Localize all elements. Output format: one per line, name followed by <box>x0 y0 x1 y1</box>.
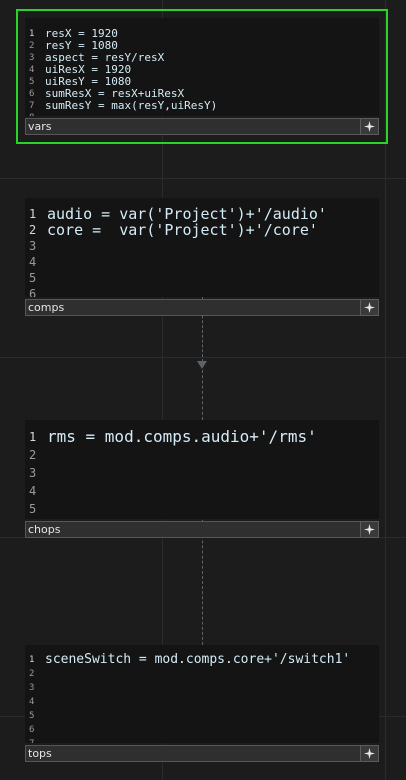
line-number: 5 <box>29 502 37 516</box>
line-number: 4 <box>29 255 37 269</box>
link-wire[interactable] <box>202 370 203 420</box>
code-line[interactable]: 4 <box>25 254 379 270</box>
grid-line <box>385 0 386 780</box>
line-number: 1 <box>29 655 35 665</box>
grid-line <box>0 178 406 179</box>
line-number: 3 <box>29 53 35 63</box>
code-line[interactable]: 3 <box>25 681 379 695</box>
node-vars[interactable]: 1 resX = 1920 2 resY = 1080 3 aspect = resY/r… <box>16 9 388 144</box>
node-name-field[interactable]: comps <box>25 299 362 316</box>
line-number: 6 <box>29 287 37 297</box>
node-name-field[interactable]: tops <box>25 745 362 762</box>
line-number: 5 <box>29 77 35 87</box>
line-number: 4 <box>29 697 35 707</box>
code-text: sceneSwitch = mod.comps.core+'/switch1' <box>45 652 351 667</box>
line-number: 1 <box>29 430 37 444</box>
node-chops[interactable]: 1 rms = mod.comps.audio+'/rms' 2 3 4 5 chops <box>25 420 379 538</box>
code-text: audio = var('Project')+'/audio' <box>47 205 327 223</box>
code-line[interactable]: 3 <box>25 238 379 254</box>
code-line[interactable]: 5 <box>25 709 379 723</box>
code-text: rms = mod.comps.audio+'/rms' <box>47 427 317 446</box>
node-name-field[interactable]: chops <box>25 521 362 538</box>
code-line[interactable]: 2 <box>25 667 379 681</box>
line-number: 3 <box>29 683 35 693</box>
node-name-bar: chops <box>25 521 379 538</box>
node-name-bar: comps <box>25 299 379 316</box>
line-number: 2 <box>29 41 35 51</box>
line-number: 1 <box>29 207 37 221</box>
code-editor[interactable]: 1 rms = mod.comps.audio+'/rms' 2 3 4 5 <box>25 420 379 519</box>
line-number: 4 <box>29 484 37 498</box>
node-name-bar: tops <box>25 745 379 762</box>
code-line[interactable]: 4 <box>25 695 379 709</box>
code-line[interactable]: 8 <box>25 112 379 116</box>
plus-star-icon <box>364 302 375 313</box>
code-line[interactable]: 6 <box>25 286 379 297</box>
code-editor[interactable]: 1 sceneSwitch = mod.comps.core+'/switch1'… <box>25 645 379 743</box>
line-number: 6 <box>29 725 35 735</box>
add-button[interactable] <box>360 118 379 135</box>
link-arrow-icon <box>197 361 207 369</box>
code-line[interactable]: 1 audio = var('Project')+'/audio' <box>25 206 379 222</box>
line-number: 5 <box>29 271 37 285</box>
plus-star-icon <box>364 121 375 132</box>
line-number: 2 <box>29 223 37 237</box>
add-button[interactable] <box>360 521 379 538</box>
code-line[interactable]: 4 <box>25 482 379 500</box>
code-editor[interactable]: 1 resX = 1920 2 resY = 1080 3 aspect = resY/r… <box>25 18 379 116</box>
line-number: 6 <box>29 89 35 99</box>
line-number: 2 <box>29 669 35 679</box>
add-button[interactable] <box>360 745 379 762</box>
node-tops[interactable]: 1 sceneSwitch = mod.comps.core+'/switch1'… <box>25 645 379 762</box>
plus-star-icon <box>364 524 375 535</box>
line-number: 1 <box>29 29 35 39</box>
line-number: 7 <box>29 737 34 743</box>
plus-star-icon <box>364 748 375 759</box>
code-line[interactable]: 5 <box>25 270 379 286</box>
code-line[interactable]: 2 <box>25 446 379 464</box>
line-number: 2 <box>29 448 37 462</box>
node-name-field[interactable]: vars <box>25 118 362 135</box>
code-line[interactable]: 1 rms = mod.comps.audio+'/rms' <box>25 428 379 446</box>
line-number: 3 <box>29 466 37 480</box>
line-number: 7 <box>29 101 35 111</box>
line-number: 5 <box>29 711 35 721</box>
link-wire[interactable] <box>202 520 203 645</box>
grid-line <box>0 357 406 358</box>
code-text: core = var('Project')+'/core' <box>47 221 318 239</box>
code-line[interactable]: 7 <box>25 737 379 743</box>
node-name-bar: vars <box>25 118 379 135</box>
line-number: 8 <box>29 112 34 116</box>
code-line[interactable]: 3 <box>25 464 379 482</box>
code-editor[interactable]: 1 audio = var('Project')+'/audio' 2 core = … <box>25 198 379 297</box>
line-number: 3 <box>29 239 37 253</box>
code-line[interactable]: 7 sumResY = max(resY,uiResY) <box>25 100 379 112</box>
add-button[interactable] <box>360 299 379 316</box>
code-text: sumResY = max(resY,uiResY) <box>45 99 218 112</box>
code-line[interactable]: 1 sceneSwitch = mod.comps.core+'/switch1' <box>25 653 379 667</box>
code-line[interactable]: 5 <box>25 500 379 518</box>
node-comps[interactable]: 1 audio = var('Project')+'/audio' 2 core = … <box>25 198 379 316</box>
line-number: 4 <box>29 65 35 75</box>
code-line[interactable]: 2 core = var('Project')+'/core' <box>25 222 379 238</box>
network-editor-canvas[interactable]: 1 resX = 1920 2 resY = 1080 3 aspect = resY/r… <box>0 0 406 780</box>
code-line[interactable]: 6 <box>25 723 379 737</box>
